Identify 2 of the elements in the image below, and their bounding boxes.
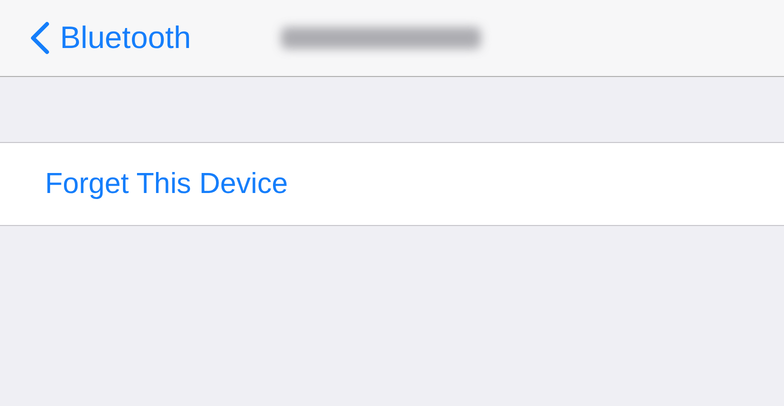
back-button[interactable]: Bluetooth	[28, 20, 191, 56]
back-chevron-icon	[28, 21, 50, 55]
